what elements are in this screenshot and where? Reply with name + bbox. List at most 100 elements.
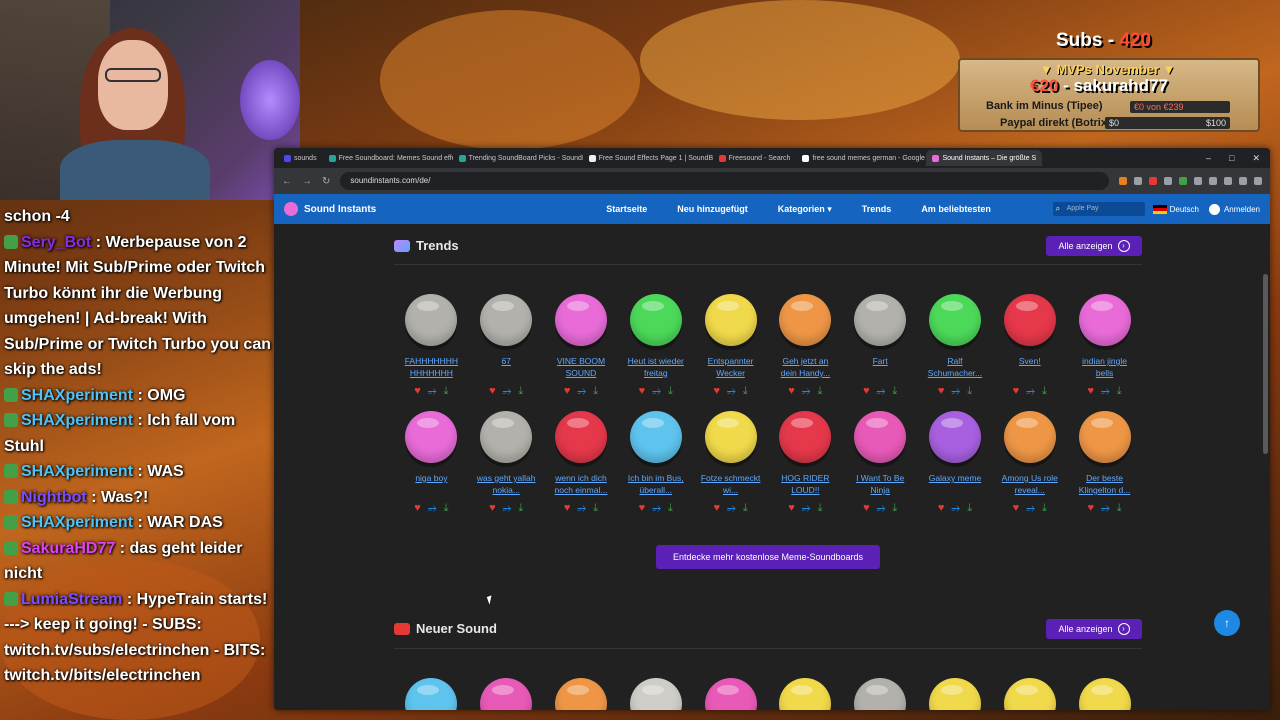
share-icon[interactable]: ⭌ xyxy=(1026,385,1035,397)
download-icon[interactable]: ⤓ xyxy=(892,502,897,514)
browser-tab[interactable]: free sound memes german - Google S xyxy=(796,150,926,166)
sound-play-button[interactable] xyxy=(554,411,607,463)
login-button[interactable]: Anmelden xyxy=(1208,203,1260,215)
sound-play-button[interactable] xyxy=(405,678,458,710)
heart-icon[interactable]: ♥ xyxy=(1087,502,1094,514)
extension-icon[interactable] xyxy=(1194,177,1202,185)
share-icon[interactable]: ⭌ xyxy=(428,502,437,514)
share-icon[interactable]: ⭌ xyxy=(577,385,586,397)
sound-title-link[interactable]: Galaxy meme xyxy=(924,472,986,496)
download-icon[interactable]: ⤓ xyxy=(518,502,523,514)
chat-username[interactable]: SHAXperiment xyxy=(21,463,133,480)
maximize-icon[interactable]: □ xyxy=(1229,153,1234,164)
share-icon[interactable]: ⭌ xyxy=(1026,502,1035,514)
heart-icon[interactable]: ♥ xyxy=(414,385,421,397)
extension-icon[interactable] xyxy=(1119,177,1127,185)
sound-play-button[interactable] xyxy=(928,678,981,710)
sound-title-link[interactable]: Ralf Schumacher... xyxy=(924,355,986,379)
nav-link[interactable]: Neu hinzugefügt xyxy=(677,204,748,215)
sound-title-link[interactable]: Geh jetzt an dein Handy... xyxy=(774,355,836,379)
browser-tab[interactable]: Freesound - Search xyxy=(713,150,797,166)
sound-title-link[interactable]: wenn ich dich noch einmal... xyxy=(550,472,612,496)
sound-play-button[interactable] xyxy=(928,294,981,346)
extension-icon[interactable] xyxy=(1224,177,1232,185)
sound-play-button[interactable] xyxy=(704,678,757,710)
heart-icon[interactable]: ♥ xyxy=(1013,385,1020,397)
url-field[interactable]: soundinstants.com/de/ xyxy=(340,172,1109,190)
sound-title-link[interactable]: Fotze schmeckt wi... xyxy=(700,472,762,496)
extension-icon[interactable] xyxy=(1134,177,1142,185)
share-icon[interactable]: ⭌ xyxy=(503,385,512,397)
chat-username[interactable]: SakuraHD77 xyxy=(21,540,115,557)
close-icon[interactable]: ✕ xyxy=(1252,153,1260,164)
sound-play-button[interactable] xyxy=(554,294,607,346)
sound-title-link[interactable]: I Want To Be Ninja xyxy=(849,472,911,496)
heart-icon[interactable]: ♥ xyxy=(564,502,571,514)
menu-icon[interactable] xyxy=(1254,177,1262,185)
site-brand[interactable]: Sound Instants xyxy=(304,204,376,215)
sound-title-link[interactable]: Among Us role reveal... xyxy=(999,472,1061,496)
nav-link[interactable]: Am beliebtesten xyxy=(921,204,991,215)
browser-tab[interactable]: Free Soundboard: Memes Sound effec xyxy=(323,150,453,166)
heart-icon[interactable]: ♥ xyxy=(788,502,795,514)
sound-play-button[interactable] xyxy=(1003,411,1056,463)
download-icon[interactable]: ⤓ xyxy=(1042,385,1047,397)
scroll-to-top-button[interactable]: ↑ xyxy=(1214,610,1240,636)
download-icon[interactable]: ⤓ xyxy=(743,502,748,514)
new-show-all-button[interactable]: Alle anzeigen › xyxy=(1046,619,1142,639)
heart-icon[interactable]: ♥ xyxy=(639,502,646,514)
extension-icon[interactable] xyxy=(1164,177,1172,185)
download-icon[interactable]: ⤓ xyxy=(593,502,598,514)
sound-play-button[interactable] xyxy=(629,678,682,710)
share-icon[interactable]: ⭌ xyxy=(802,385,811,397)
extension-icon[interactable] xyxy=(1209,177,1217,185)
sound-title-link[interactable]: niga boy xyxy=(400,472,462,496)
chat-username[interactable]: Sery_Bot xyxy=(21,234,91,251)
sound-title-link[interactable]: Der beste Klingelton d... xyxy=(1074,472,1136,496)
share-icon[interactable]: ⭌ xyxy=(802,502,811,514)
share-icon[interactable]: ⭌ xyxy=(951,385,960,397)
browser-tab[interactable]: Sound Instants – Die größte S xyxy=(926,150,1043,166)
sound-play-button[interactable] xyxy=(1003,678,1056,710)
sound-title-link[interactable]: Ich bin im Bus, überall... xyxy=(625,472,687,496)
chat-username[interactable]: LumiaStream xyxy=(21,591,122,608)
share-icon[interactable]: ⭌ xyxy=(1101,502,1110,514)
discover-more-button[interactable]: Entdecke mehr kostenlose Meme-Soundboard… xyxy=(656,545,880,569)
sound-title-link[interactable]: FAHHHHHHH HHHHHHH xyxy=(400,355,462,379)
nav-link[interactable]: Trends xyxy=(862,204,892,215)
share-icon[interactable]: ⭌ xyxy=(652,502,661,514)
sound-title-link[interactable]: Sven! xyxy=(999,355,1061,379)
heart-icon[interactable]: ♥ xyxy=(414,502,421,514)
sound-play-button[interactable] xyxy=(1078,411,1131,463)
reload-icon[interactable]: ↻ xyxy=(322,176,330,187)
chat-username[interactable]: SHAXperiment xyxy=(21,514,133,531)
sound-title-link[interactable]: HOG RIDER LOUD!! xyxy=(774,472,836,496)
sound-play-button[interactable] xyxy=(554,678,607,710)
download-icon[interactable]: ⤓ xyxy=(593,385,598,397)
download-icon[interactable]: ⤓ xyxy=(743,385,748,397)
share-icon[interactable]: ⭌ xyxy=(877,502,886,514)
sound-play-button[interactable] xyxy=(629,294,682,346)
sound-title-link[interactable]: VINE BOOM SOUND xyxy=(550,355,612,379)
browser-tab[interactable]: Trending SoundBoard Picks - SoundB xyxy=(453,150,583,166)
sound-play-button[interactable] xyxy=(779,294,832,346)
download-icon[interactable]: ⤓ xyxy=(444,385,449,397)
heart-icon[interactable]: ♥ xyxy=(564,385,571,397)
extension-icon[interactable] xyxy=(1149,177,1157,185)
heart-icon[interactable]: ♥ xyxy=(713,502,720,514)
download-icon[interactable]: ⤓ xyxy=(818,385,823,397)
download-icon[interactable]: ⤓ xyxy=(1117,502,1122,514)
search-input[interactable]: Apple Pay xyxy=(1052,202,1145,216)
download-icon[interactable]: ⤓ xyxy=(892,385,897,397)
sound-play-button[interactable] xyxy=(779,678,832,710)
heart-icon[interactable]: ♥ xyxy=(863,385,870,397)
nav-link[interactable]: Kategorien ▾ xyxy=(778,204,832,215)
sound-play-button[interactable] xyxy=(704,411,757,463)
download-icon[interactable]: ⤓ xyxy=(1042,502,1047,514)
share-icon[interactable]: ⭌ xyxy=(577,502,586,514)
share-icon[interactable]: ⭌ xyxy=(428,385,437,397)
logo-icon[interactable] xyxy=(284,202,298,216)
sound-title-link[interactable]: Fart xyxy=(849,355,911,379)
sound-play-button[interactable] xyxy=(629,411,682,463)
trends-show-all-button[interactable]: Alle anzeigen › xyxy=(1046,236,1142,256)
